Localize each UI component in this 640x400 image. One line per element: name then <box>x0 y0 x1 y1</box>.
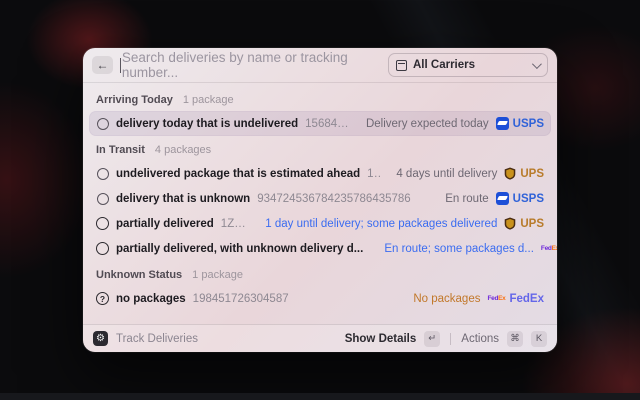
text-caret <box>120 58 121 73</box>
progress-circle-icon: ? <box>96 292 109 305</box>
delivery-status: No packages <box>413 293 480 305</box>
section-header: Unknown Status 1 package <box>89 261 551 286</box>
usps-logo-icon <box>496 117 509 130</box>
k-key-badge: K <box>531 331 547 347</box>
extension-gear-icon: ⚙ <box>93 331 108 346</box>
list-section: In Transit 4 packages undelivered packag… <box>89 136 551 261</box>
section-count: 1 package <box>183 94 234 106</box>
delivery-row[interactable]: delivery that is unknown 934724536784235… <box>89 186 551 211</box>
carrier-name: FedEx <box>509 293 544 305</box>
command-palette-window: ← Search deliveries by name or tracking … <box>83 48 557 352</box>
status-circle-icon <box>97 118 109 130</box>
fedex-logo-icon: FedEx <box>487 295 505 302</box>
status-circle-icon <box>96 242 109 255</box>
delivery-list: Arriving Today 1 package delivery today … <box>83 83 557 324</box>
section-header: In Transit 4 packages <box>89 136 551 161</box>
ups-shield-icon <box>504 167 516 180</box>
carrier-name: USPS <box>513 193 544 205</box>
section-count: 4 packages <box>155 144 211 156</box>
status-circle-icon <box>96 217 109 230</box>
tracking-number: 1Zasdf <box>367 168 382 180</box>
delivery-status: 4 days until delivery <box>396 168 497 180</box>
search-bar: ← Search deliveries by name or tracking … <box>83 48 557 83</box>
section-title: In Transit <box>96 144 145 156</box>
delivery-row[interactable]: undelivered package that is estimated ah… <box>89 161 551 186</box>
carrier-name: USPS <box>513 118 544 130</box>
carrier-badge: USPS <box>496 192 544 205</box>
delivery-status: Delivery expected today <box>366 118 489 130</box>
usps-logo-icon <box>496 192 509 205</box>
fedex-logo-icon: FedEx <box>541 245 557 252</box>
delivery-status: 1 day until delivery; some packages deli… <box>265 218 497 230</box>
delivery-title: partially delivered, with unknown delive… <box>116 243 363 255</box>
back-arrow-icon: ← <box>97 58 109 72</box>
carrier-name: UPS <box>520 218 544 230</box>
cmd-key-badge: ⌘ <box>507 331 523 347</box>
list-section: Unknown Status 1 package ? no packages 1… <box>89 261 551 311</box>
back-button[interactable]: ← <box>92 56 113 74</box>
progress-circle-icon <box>96 217 109 230</box>
delivery-title: delivery that is unknown <box>116 193 250 205</box>
ups-shield-icon <box>504 217 516 230</box>
chevron-down-icon <box>532 59 542 69</box>
delivery-title: delivery today that is undelivered <box>116 118 298 130</box>
carrier-badge: UPS <box>504 167 544 180</box>
footer-divider <box>450 333 451 345</box>
progress-circle-icon <box>96 192 109 205</box>
delivery-title: undelivered package that is estimated ah… <box>116 168 360 180</box>
enter-key-badge: ↵ <box>424 331 440 347</box>
carrier-badge: UPS <box>504 217 544 230</box>
search-placeholder: Search deliveries by name or tracking nu… <box>122 50 381 80</box>
section-header: Arriving Today 1 package <box>89 86 551 111</box>
show-details-action[interactable]: Show Details <box>345 333 417 345</box>
carrier-name: UPS <box>520 168 544 180</box>
package-box-icon <box>396 60 407 71</box>
tracking-number: 156845865089045685454467 <box>305 118 352 130</box>
delivery-row[interactable]: partially delivered, with unknown delive… <box>89 236 551 261</box>
tracking-number: 934724536784235786435786 <box>257 193 411 205</box>
delivery-title: no packages <box>116 293 186 305</box>
tracking-number: 1Zdflgjadlhjfgasdfasdf <box>221 218 252 230</box>
status-circle-icon <box>97 168 109 180</box>
delivery-title: partially delivered <box>116 218 214 230</box>
question-mark-icon: ? <box>96 292 109 305</box>
actions-menu-button[interactable]: Actions <box>461 333 499 345</box>
carrier-badge: USPS <box>496 117 544 130</box>
carrier-badge: FedEx FedEx <box>487 293 544 305</box>
footer-bar: ⚙ Track Deliveries Show Details ↵ Action… <box>83 324 557 352</box>
extension-name: Track Deliveries <box>116 333 198 345</box>
tracking-number: 198451726304587 <box>193 293 289 305</box>
delivery-row[interactable]: partially delivered 1Zdflgjadlhjfgasdfas… <box>89 211 551 236</box>
list-section: Arriving Today 1 package delivery today … <box>89 86 551 136</box>
delivery-status: En route; some packages d... <box>384 243 534 255</box>
carrier-filter-dropdown[interactable]: All Carriers <box>388 53 548 77</box>
wallpaper-bottom-strip <box>0 393 640 400</box>
progress-circle-icon <box>96 242 109 255</box>
section-count: 1 package <box>192 269 243 281</box>
status-circle-icon <box>97 193 109 205</box>
carrier-badge: FedEx FedEx <box>541 243 557 255</box>
carrier-filter-label: All Carriers <box>413 59 526 71</box>
delivery-row[interactable]: delivery today that is undelivered 15684… <box>89 111 551 136</box>
delivery-status: En route <box>445 193 488 205</box>
section-title: Unknown Status <box>96 269 182 281</box>
delivery-row[interactable]: ? no packages 198451726304587 No package… <box>89 286 551 311</box>
search-input[interactable]: Search deliveries by name or tracking nu… <box>120 50 381 80</box>
progress-circle-icon <box>96 167 109 180</box>
section-title: Arriving Today <box>96 94 173 106</box>
progress-circle-icon <box>96 117 109 130</box>
